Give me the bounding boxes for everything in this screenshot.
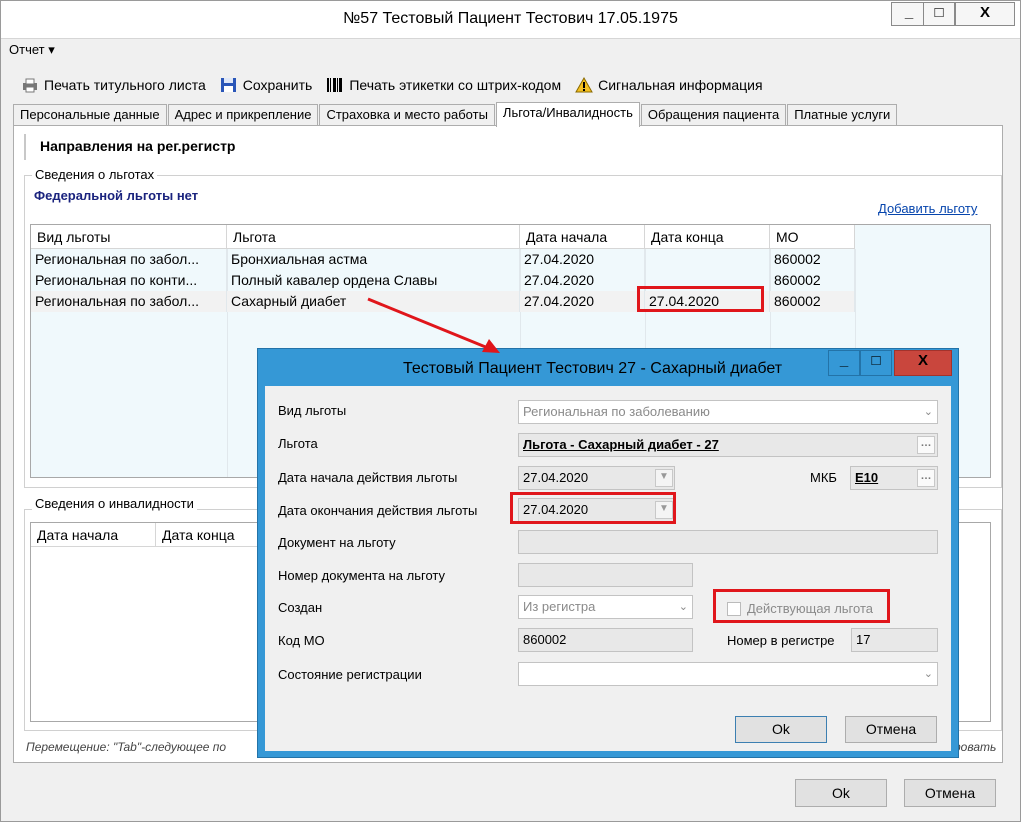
highlight-end-date-field: [510, 492, 676, 524]
annotation-arrow: [367, 297, 500, 353]
highlight-active-checkbox: [713, 589, 890, 623]
